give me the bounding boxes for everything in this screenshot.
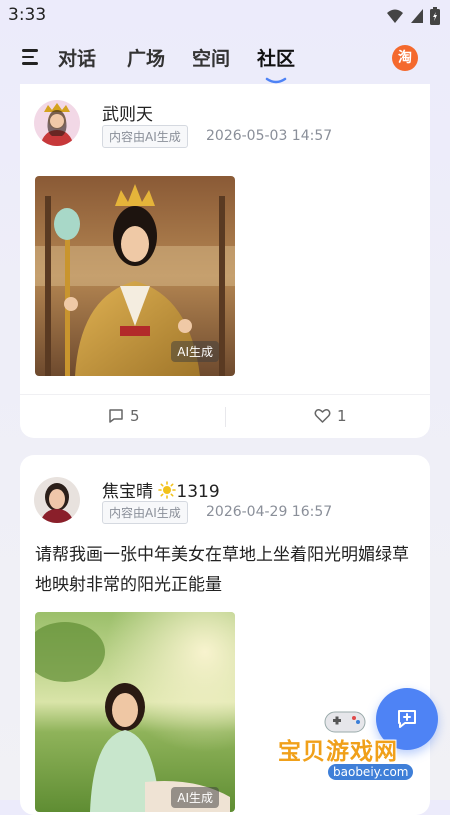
ai-generated-badge: 内容由AI生成	[102, 501, 188, 524]
status-icons	[386, 7, 440, 25]
like-count: 1	[337, 407, 347, 425]
wifi-icon	[387, 9, 403, 23]
divider	[225, 407, 226, 427]
post-card[interactable]: 武则天 内容由AI生成 2026-05-03 14:57 AI生成 5 1	[20, 84, 430, 438]
comment-button[interactable]: 5	[108, 407, 140, 425]
username[interactable]: 武则天	[102, 100, 153, 125]
post-image[interactable]: AI生成	[35, 612, 235, 812]
avatar[interactable]	[34, 100, 80, 146]
post-text: 请帮我画一张中年美女在草地上坐着阳光明媚绿草地映射非常的阳光正能量	[35, 545, 409, 595]
ai-generated-badge: 内容由AI生成	[102, 125, 188, 148]
username[interactable]: 焦宝晴 1319	[102, 477, 220, 502]
user-level: 1319	[176, 482, 220, 502]
post-timestamp: 2026-04-29 16:57	[206, 504, 333, 520]
tab-space[interactable]: 空间	[192, 44, 230, 71]
post-image[interactable]: AI生成	[35, 176, 235, 376]
menu-icon[interactable]	[22, 49, 42, 67]
tab-square[interactable]: 广场	[127, 44, 165, 71]
tab-community-label: 社区	[257, 48, 296, 70]
username-text: 焦宝晴	[102, 482, 153, 502]
comment-icon	[109, 409, 123, 423]
watermark-title: 宝贝游戏网	[278, 739, 398, 765]
avatar[interactable]	[34, 477, 80, 523]
watermark-logo: 宝贝游戏网 baobeiy.com	[270, 706, 420, 788]
heart-icon	[314, 409, 331, 423]
status-time: 3:33	[8, 5, 47, 25]
ai-image-tag: AI生成	[171, 341, 219, 362]
top-navigation: 对话 广场 空间 社区 淘	[0, 36, 450, 84]
status-bar: 3:33	[0, 0, 450, 32]
like-button[interactable]: 1	[314, 407, 347, 425]
battery-icon	[430, 7, 440, 25]
tab-community[interactable]: 社区	[257, 44, 296, 84]
post-action-bar: 5 1	[20, 394, 430, 438]
signal-icon	[411, 9, 423, 23]
watermark-url: baobeiy.com	[328, 764, 414, 780]
sun-icon	[158, 481, 177, 499]
ai-image-tag: AI生成	[171, 787, 219, 808]
comment-count: 5	[130, 407, 140, 425]
post-timestamp: 2026-05-03 14:57	[206, 128, 333, 144]
tab-chat[interactable]: 对话	[58, 44, 96, 71]
taobao-icon[interactable]: 淘	[392, 45, 418, 71]
